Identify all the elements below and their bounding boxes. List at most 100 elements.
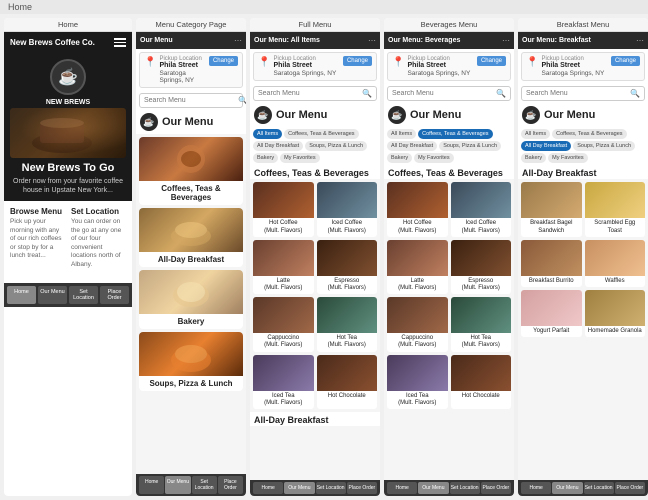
bev-filter-coffees[interactable]: Coffees, Teas & Beverages <box>418 129 492 139</box>
item-cappuccino[interactable]: Cappuccino(Mult. Flavors) <box>253 297 314 351</box>
bkf-change-btn[interactable]: Change <box>611 56 640 66</box>
pickup-icon: 📍 <box>144 57 156 68</box>
full-section-breakfast: All-Day Breakfast <box>250 412 380 426</box>
item-iced-tea[interactable]: Iced Tea(Mult. Flavors) <box>253 355 314 409</box>
bev-hot-tea-name: Hot Tea(Mult. Flavors) <box>451 333 512 351</box>
our-menu-icon: ☕ <box>140 113 158 131</box>
bkf-filter-breakfast[interactable]: All Day Breakfast <box>521 141 571 151</box>
bev-hot-chocolate[interactable]: Hot Chocolate <box>451 355 512 409</box>
bev-filter-all[interactable]: All Items <box>387 129 416 139</box>
bev-hot-coffee[interactable]: Hot Coffee(Mult. Flavors) <box>387 182 448 236</box>
bev-bottom-home[interactable]: Home <box>387 482 417 494</box>
waffles-name: Waffles <box>585 276 646 287</box>
filter-all-items[interactable]: All Items <box>253 129 282 139</box>
bev-filter-bakery[interactable]: Bakery <box>387 153 412 163</box>
bkf-waffles[interactable]: Waffles <box>585 240 646 287</box>
full-menu-search[interactable]: 🔍 <box>253 86 377 101</box>
coffees-image <box>139 137 243 181</box>
item-hot-chocolate[interactable]: Hot Chocolate <box>317 355 378 409</box>
bev-bottom-set-location[interactable]: Set Location <box>450 482 480 494</box>
feature-location-text: You can order on the go at any one of ou… <box>71 218 126 269</box>
menu-header-title: Our Menu <box>140 37 173 44</box>
category-soups[interactable]: Soups, Pizza & Lunch <box>139 332 243 391</box>
full-menu-search-input[interactable] <box>258 90 359 97</box>
bev-filters: All Items Coffees, Teas & Beverages All … <box>384 127 514 165</box>
nav-place-order[interactable]: Place Order <box>100 286 129 304</box>
bev-latte-name: Latte(Mult. Flavors) <box>387 276 448 294</box>
bev-filter-favorites[interactable]: My Favorites <box>414 153 453 163</box>
item-iced-coffee[interactable]: Iced Coffee(Mult. Flavors) <box>317 182 378 236</box>
bev-iced-tea[interactable]: Iced Tea(Mult. Flavors) <box>387 355 448 409</box>
hamburger-menu[interactable] <box>114 38 126 47</box>
search-input[interactable] <box>144 97 235 104</box>
change-location-btn[interactable]: Change <box>209 56 238 66</box>
bkf-bottom-place-order[interactable]: Place Order <box>615 482 645 494</box>
breakfast-search-input[interactable] <box>526 90 627 97</box>
bkf-filter-coffees[interactable]: Coffees, Teas & Beverages <box>552 129 626 139</box>
bev-cappuccino[interactable]: Cappuccino(Mult. Flavors) <box>387 297 448 351</box>
pickup-address: Phila Street <box>159 62 206 70</box>
bkf-filter-all[interactable]: All Items <box>521 129 550 139</box>
bkf-filter-favorites[interactable]: My Favorites <box>548 153 587 163</box>
bottom-place-order[interactable]: Place Order <box>218 476 243 494</box>
nav-home[interactable]: Home <box>7 286 36 304</box>
bkf-granola[interactable]: Homemade Granola <box>585 290 646 337</box>
bottom-our-menu[interactable]: Our Menu <box>165 476 190 494</box>
item-latte[interactable]: Latte(Mult. Flavors) <box>253 240 314 294</box>
bev-hot-tea[interactable]: Hot Tea(Mult. Flavors) <box>451 297 512 351</box>
bkf-burrito[interactable]: Breakfast Burrito <box>521 240 582 287</box>
bkf-filter-bakery[interactable]: Bakery <box>521 153 546 163</box>
menu-category-header: Our Menu ⋯ <box>136 32 246 49</box>
bev-change-btn[interactable]: Change <box>477 56 506 66</box>
item-hot-tea[interactable]: Hot Tea(Mult. Flavors) <box>317 297 378 351</box>
full-bottom-home[interactable]: Home <box>253 482 283 494</box>
hamburger-line-1 <box>114 38 126 40</box>
bkf-bagel[interactable]: Breakfast Bagel Sandwich <box>521 182 582 236</box>
bottom-nav: Home Our Menu Set Location Place Order <box>136 474 246 496</box>
nav-set-location[interactable]: Set Location <box>69 286 98 304</box>
bkf-scrambled[interactable]: Scrambled Egg Toast <box>585 182 646 236</box>
full-bottom-set-location[interactable]: Set Location <box>316 482 346 494</box>
bkf-bottom-set-location[interactable]: Set Location <box>584 482 614 494</box>
bev-filter-soups[interactable]: Soups, Pizza & Lunch <box>439 141 501 151</box>
filter-favorites[interactable]: My Favorites <box>280 153 319 163</box>
filter-coffees[interactable]: Coffees, Teas & Beverages <box>284 129 358 139</box>
bkf-yogurt[interactable]: Yogurt Parfait <box>521 290 582 337</box>
item-hot-coffee[interactable]: Hot Coffee(Mult. Flavors) <box>253 182 314 236</box>
bev-latte[interactable]: Latte(Mult. Flavors) <box>387 240 448 294</box>
category-coffees[interactable]: Coffees, Teas & Beverages <box>139 137 243 205</box>
beverages-search[interactable]: 🔍 <box>387 86 511 101</box>
category-bakery[interactable]: Bakery <box>139 270 243 329</box>
category-breakfast[interactable]: All-Day Breakfast <box>139 208 243 267</box>
menu-category-panel: Menu Category Page Our Menu ⋯ 📍 Pickup L… <box>136 18 246 496</box>
filter-breakfast[interactable]: All Day Breakfast <box>253 141 303 151</box>
bev-bottom-place-order[interactable]: Place Order <box>481 482 511 494</box>
beverages-icon: ⋯ <box>502 36 510 45</box>
beverages-search-input[interactable] <box>392 90 493 97</box>
bev-filter-breakfast[interactable]: All Day Breakfast <box>387 141 437 151</box>
bkf-bottom-home[interactable]: Home <box>521 482 551 494</box>
nav-our-menu[interactable]: Our Menu <box>38 286 67 304</box>
bkf-filter-soups[interactable]: Soups, Pizza & Lunch <box>573 141 635 151</box>
bev-iced-coffee[interactable]: Iced Coffee(Mult. Flavors) <box>451 182 512 236</box>
item-espresso[interactable]: Espresso(Mult. Flavors) <box>317 240 378 294</box>
bev-bottom-our-menu[interactable]: Our Menu <box>418 482 448 494</box>
bev-espresso-name: Espresso(Mult. Flavors) <box>451 276 512 294</box>
full-bottom-our-menu[interactable]: Our Menu <box>284 482 314 494</box>
filter-bakery[interactable]: Bakery <box>253 153 278 163</box>
bottom-set-location[interactable]: Set Location <box>192 476 217 494</box>
search-bar[interactable]: 🔍 <box>139 93 243 108</box>
full-bottom-place-order[interactable]: Place Order <box>347 482 377 494</box>
full-pickup-city: Saratoga Springs, NY <box>273 70 340 77</box>
bkf-bottom-our-menu[interactable]: Our Menu <box>552 482 582 494</box>
bottom-home[interactable]: Home <box>139 476 164 494</box>
soups-name: Soups, Pizza & Lunch <box>139 376 243 391</box>
breakfast-search[interactable]: 🔍 <box>521 86 645 101</box>
logo-icon: ☕ <box>58 67 78 87</box>
filter-soups[interactable]: Soups, Pizza & Lunch <box>305 141 367 151</box>
full-change-btn[interactable]: Change <box>343 56 372 66</box>
feature-set-location: Set Location You can order on the go at … <box>71 207 126 269</box>
breakfast-image <box>139 208 243 252</box>
bev-espresso[interactable]: Espresso(Mult. Flavors) <box>451 240 512 294</box>
soups-image <box>139 332 243 376</box>
